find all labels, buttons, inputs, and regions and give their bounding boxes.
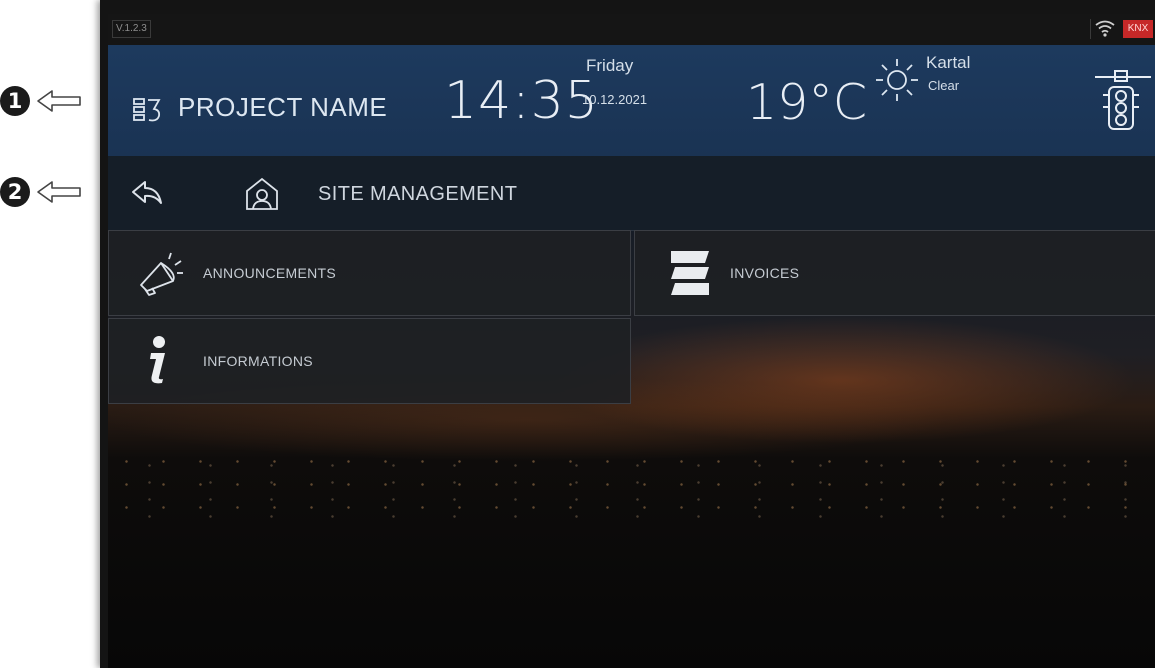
header-bar: PROJECT NAME 14:35 Friday 10.12.2021 19°…	[108, 45, 1155, 156]
knx-status-badge[interactable]: KNX	[1123, 20, 1153, 38]
callout-number: 1	[0, 86, 30, 116]
page-title: SITE MANAGEMENT	[318, 183, 518, 205]
building-floors-icon	[132, 96, 162, 129]
status-bar: V.1.2.3 KNX	[108, 14, 1155, 45]
menu-tile-label: INFORMATIONS	[203, 353, 313, 369]
tablet-device: V.1.2.3 KNX PROJECT NAME 14:35 Friday 10…	[100, 0, 1155, 668]
clock-time: 14:35	[444, 71, 599, 131]
weekday-label: Friday	[586, 56, 634, 75]
house-person-icon	[244, 177, 280, 216]
callout-2: 2	[0, 177, 84, 207]
menu-tile-invoices[interactable]: INVOICES	[634, 230, 1155, 316]
date-label: 10.12.2021	[582, 92, 648, 107]
weather-location: Kartal	[926, 53, 971, 72]
left-arrow-outline-icon	[37, 181, 81, 203]
back-arrow-icon[interactable]	[130, 179, 164, 212]
menu-tile-informations[interactable]: INFORMATIONS	[108, 318, 631, 404]
callout-1: 1	[0, 86, 84, 116]
callout-number: 2	[0, 177, 30, 207]
city-lights-background	[108, 450, 1155, 520]
menu-tile-label: ANNOUNCEMENTS	[203, 265, 337, 281]
sun-icon	[872, 55, 922, 110]
project-name: PROJECT NAME	[178, 92, 388, 122]
wifi-icon	[1090, 19, 1117, 39]
menu-tile-label: INVOICES	[730, 265, 800, 281]
menu-tile-announcements[interactable]: ANNOUNCEMENTS	[108, 230, 631, 316]
traffic-light-icon[interactable]	[1093, 65, 1153, 138]
left-arrow-outline-icon	[37, 90, 81, 112]
stack-icon	[667, 249, 713, 302]
info-icon	[145, 335, 173, 390]
weather-condition: Clear	[928, 78, 960, 93]
version-label: V.1.2.3	[112, 20, 151, 38]
navigation-bar: SITE MANAGEMENT	[108, 156, 1155, 231]
megaphone-icon	[135, 251, 187, 302]
temperature: 19°C	[746, 74, 868, 131]
app-screen: V.1.2.3 KNX PROJECT NAME 14:35 Friday 10…	[108, 14, 1155, 668]
